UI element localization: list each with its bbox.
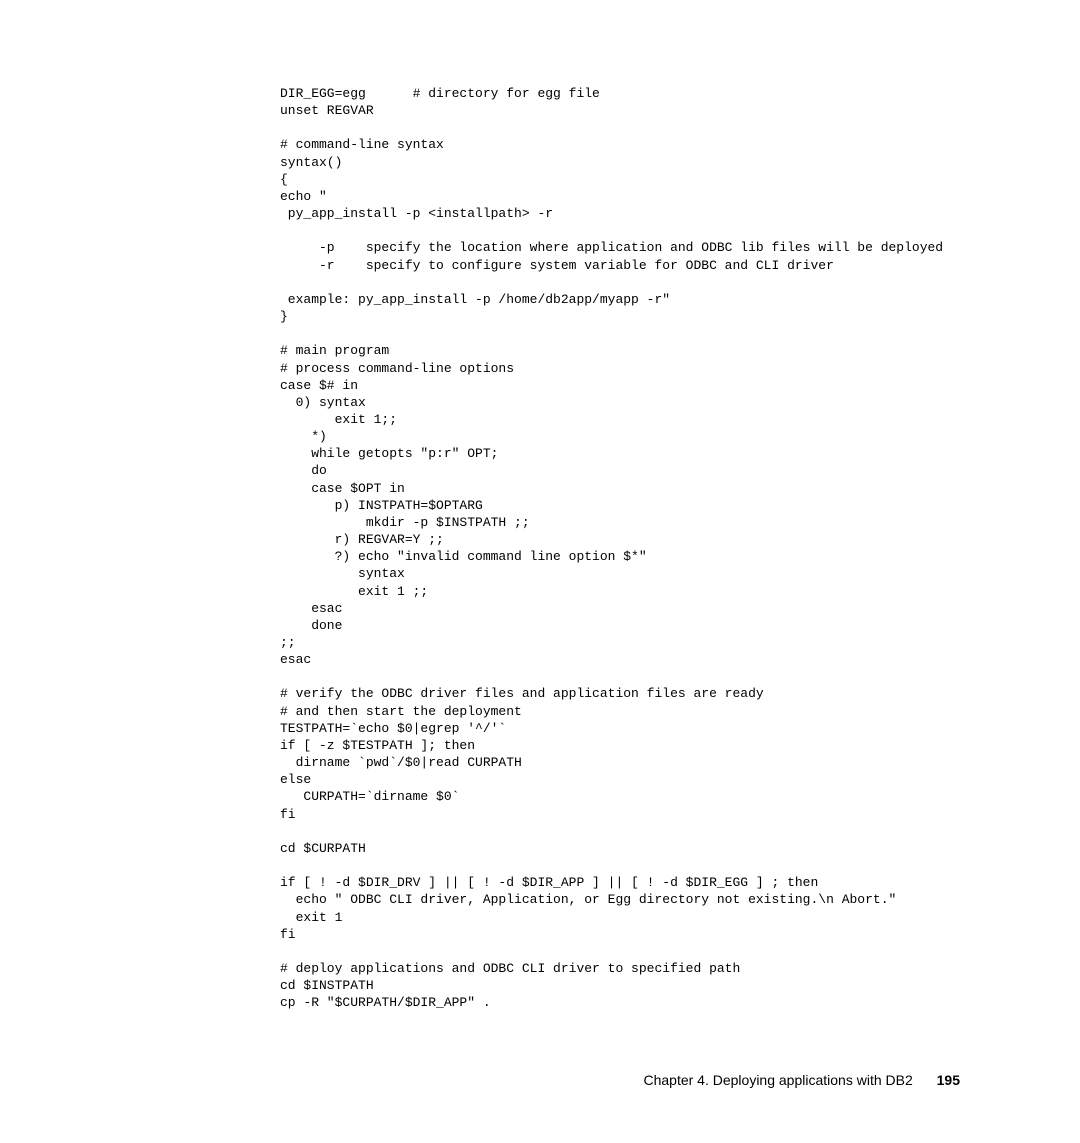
page-footer: Chapter 4. Deploying applications with D… — [643, 1072, 960, 1088]
code-listing: DIR_EGG=egg # directory for egg file uns… — [280, 85, 960, 1011]
chapter-label: Chapter 4. Deploying applications with D… — [643, 1072, 912, 1088]
page-number: 195 — [937, 1072, 960, 1088]
